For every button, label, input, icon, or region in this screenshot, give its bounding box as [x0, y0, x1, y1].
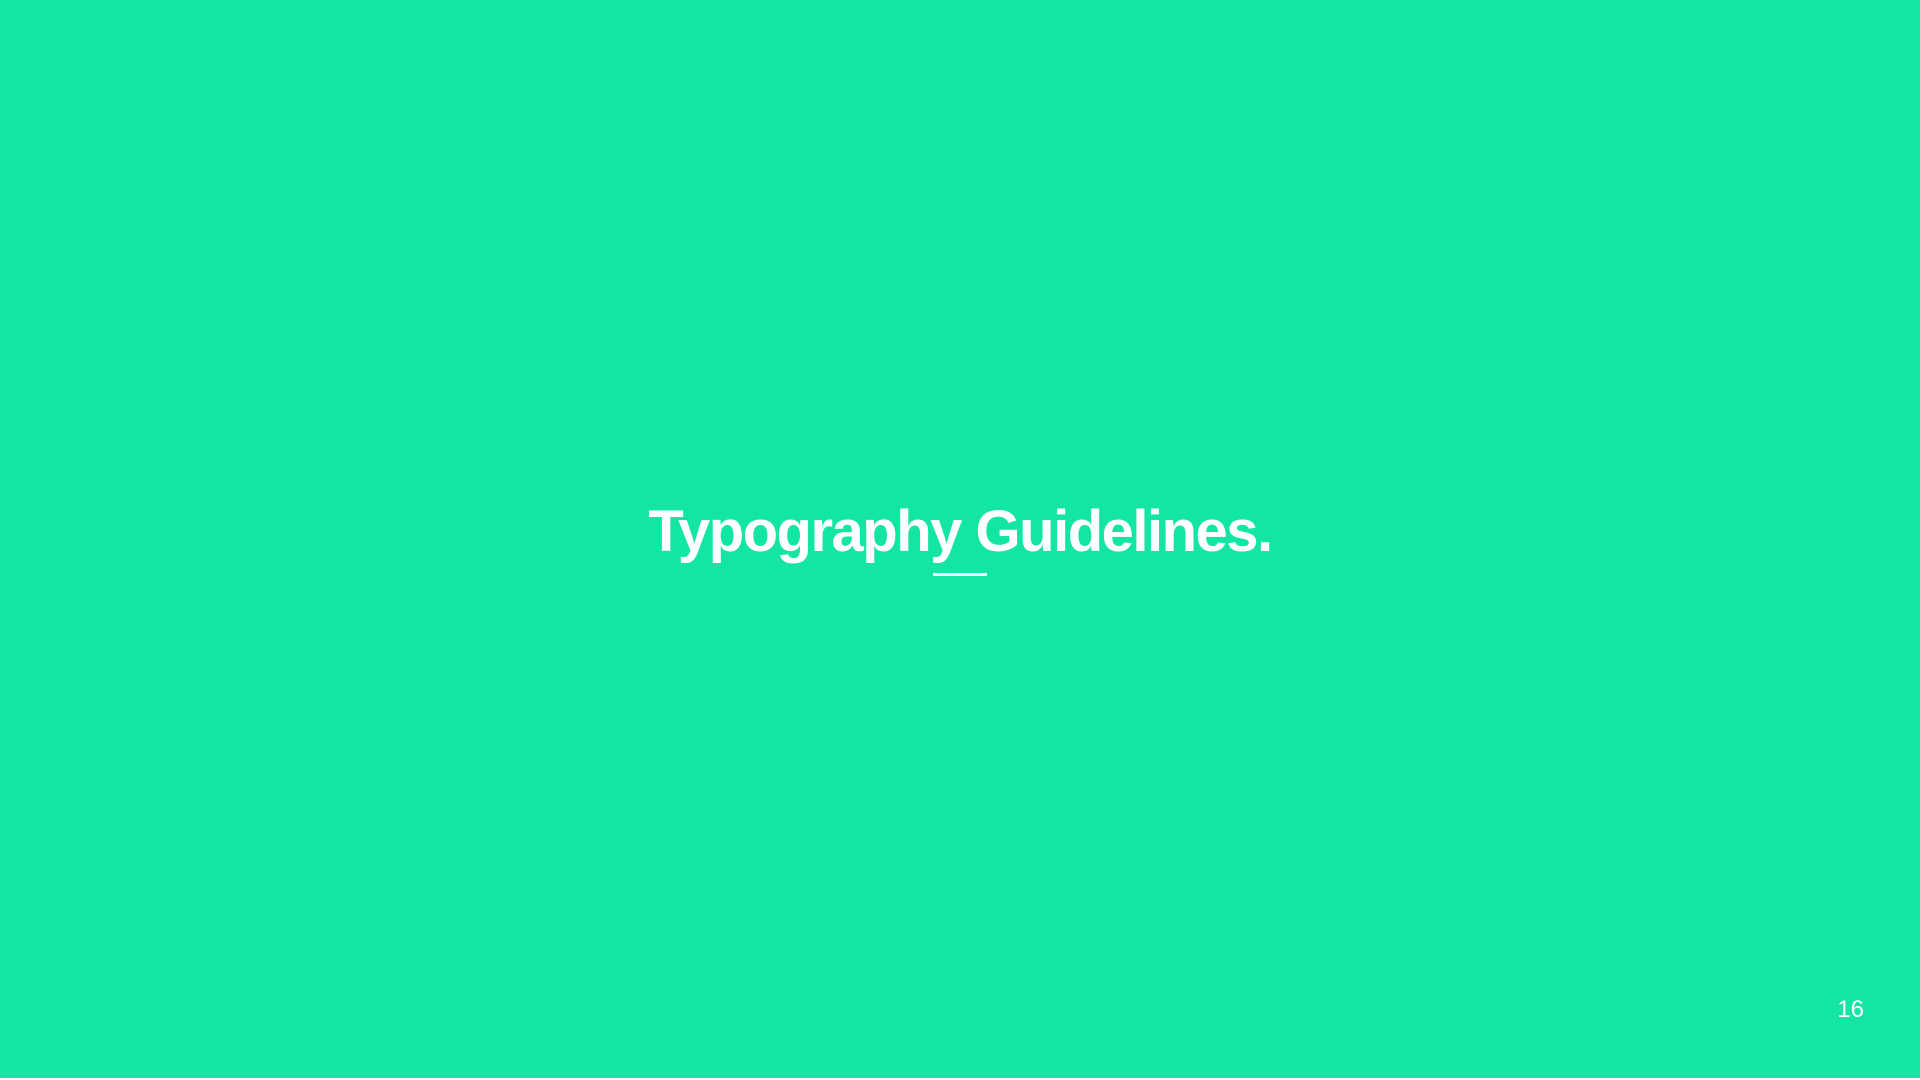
slide-title: Typography Guidelines. [648, 499, 1273, 564]
title-underline [933, 573, 987, 576]
title-group: Typography Guidelines. [0, 496, 1920, 568]
slide: Typography Guidelines. 16 [0, 0, 1920, 1080]
page-number: 16 [1837, 996, 1864, 1023]
